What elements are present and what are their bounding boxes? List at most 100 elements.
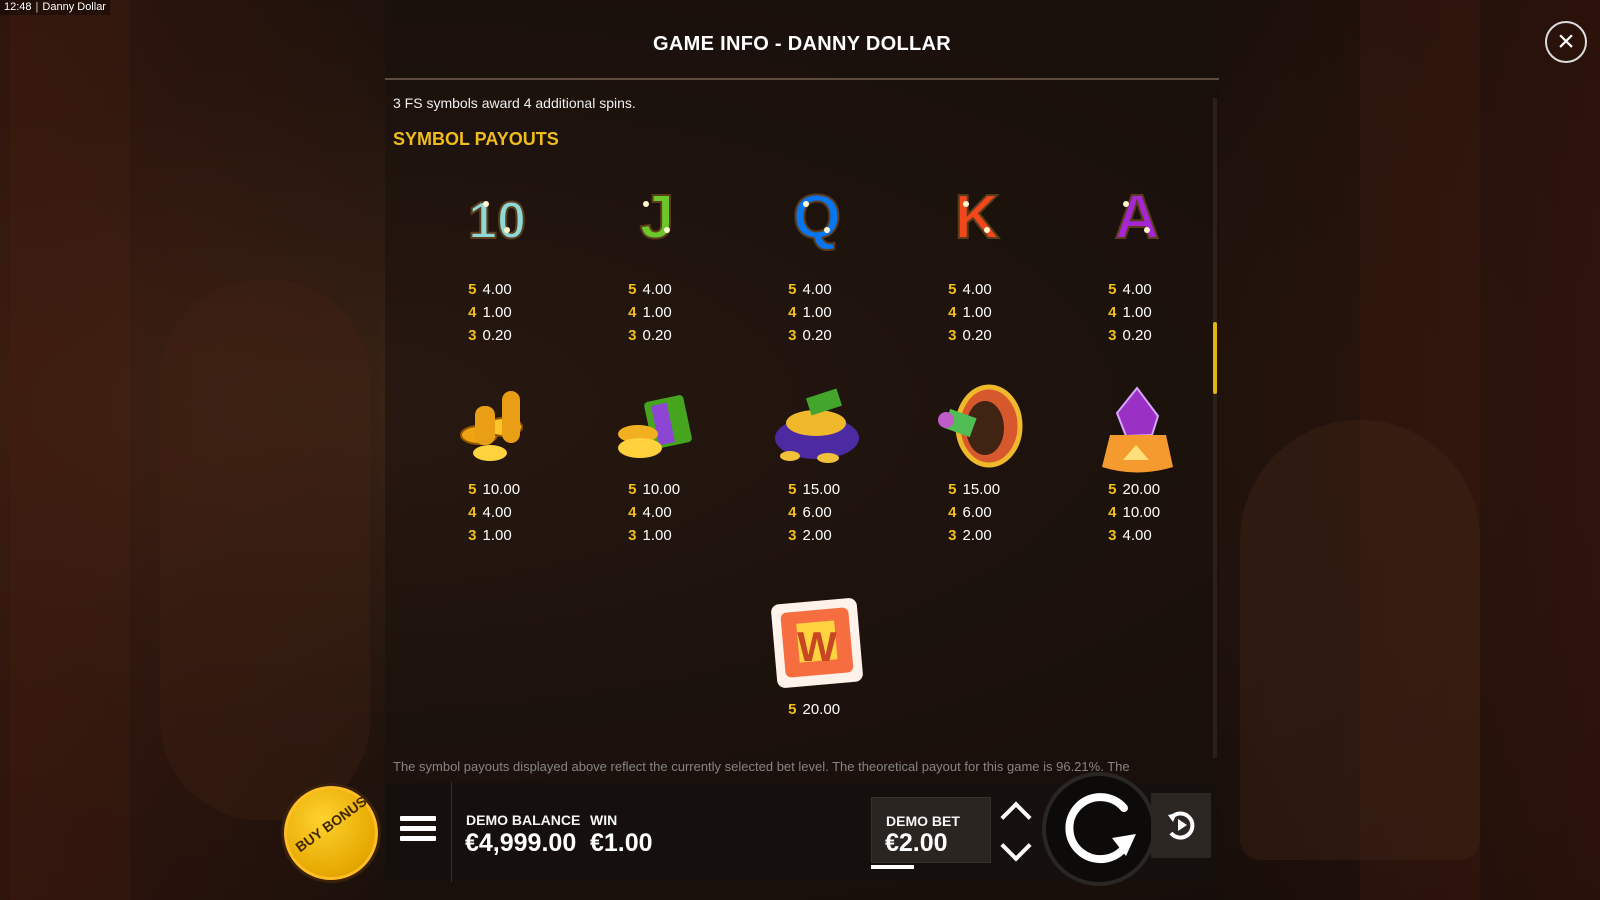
payout-count: 3 bbox=[468, 327, 477, 344]
payout-value: 10.00 bbox=[642, 481, 681, 498]
win-value: €1.00 bbox=[590, 829, 653, 857]
close-button[interactable]: × bbox=[1545, 21, 1587, 63]
payout-row: 5 4.00 bbox=[432, 278, 562, 301]
payout-row: 3 0.20 bbox=[752, 324, 882, 347]
autoplay-button[interactable] bbox=[1151, 793, 1211, 858]
payout-row: 4 4.00 bbox=[432, 501, 562, 524]
payout-count: 5 bbox=[948, 281, 957, 298]
payout-value: 1.00 bbox=[1122, 304, 1152, 321]
payout-count: 4 bbox=[1108, 304, 1117, 321]
card-jack-icon: J bbox=[639, 182, 675, 253]
bet-display[interactable]: DEMO BET €2.00 bbox=[871, 797, 991, 863]
payout-count: 3 bbox=[1108, 527, 1117, 544]
payout-row: 4 10.00 bbox=[1072, 501, 1202, 524]
payout-row: 3 4.00 bbox=[1072, 524, 1202, 547]
payout-count: 5 bbox=[468, 281, 477, 298]
payout-row: 3 0.20 bbox=[432, 324, 562, 347]
scrollbar-thumb[interactable] bbox=[1213, 322, 1217, 394]
payout-row: 4 4.00 bbox=[592, 501, 722, 524]
increase-bet-icon[interactable] bbox=[1000, 801, 1032, 833]
app-title: Danny Dollar bbox=[42, 1, 106, 13]
payout-row: 3 0.20 bbox=[1072, 324, 1202, 347]
payout-count: 3 bbox=[1108, 327, 1117, 344]
card-queen-icon: Q bbox=[792, 182, 842, 253]
payout-value: 0.20 bbox=[1122, 327, 1152, 344]
info-scrollbar[interactable] bbox=[1213, 98, 1217, 758]
payout-count: 5 bbox=[788, 481, 797, 498]
payout-row: 4 1.00 bbox=[592, 301, 722, 324]
payout-value: 20.00 bbox=[1122, 481, 1161, 498]
cash-stack-icon-container bbox=[592, 380, 722, 480]
payout-value: 1.00 bbox=[802, 304, 832, 321]
payout-value: 10.00 bbox=[1122, 504, 1161, 521]
spin-button[interactable] bbox=[1042, 772, 1156, 886]
hat-coins-icon-container bbox=[752, 380, 882, 480]
card-ace-icon-container: A bbox=[1072, 180, 1202, 280]
title-divider bbox=[385, 78, 1219, 80]
payout-row: 5 20.00 bbox=[1072, 478, 1202, 501]
payout-row: 5 10.00 bbox=[592, 478, 722, 501]
svg-text:10: 10 bbox=[468, 192, 526, 250]
wild-badge-icon-container: W bbox=[752, 595, 882, 695]
payout-count: 5 bbox=[628, 481, 637, 498]
free-spins-rule: 3 FS symbols award 4 additional spins. bbox=[393, 95, 636, 111]
decrease-bet-icon[interactable] bbox=[1000, 830, 1032, 862]
menu-button[interactable] bbox=[400, 816, 436, 846]
bet-adjust-buttons[interactable] bbox=[1000, 797, 1034, 867]
payout-row: 4 6.00 bbox=[912, 501, 1042, 524]
control-divider bbox=[451, 782, 452, 882]
payout-row: 3 2.00 bbox=[752, 524, 882, 547]
payout-value: 4.00 bbox=[802, 281, 832, 298]
card-ten-icon: 10 bbox=[467, 191, 527, 251]
payout-row: 3 0.20 bbox=[592, 324, 722, 347]
payout-count: 5 bbox=[1108, 481, 1117, 498]
close-icon: × bbox=[1557, 25, 1575, 58]
demo-balance-label: DEMO BALANCE bbox=[466, 812, 581, 828]
menu-icon-line bbox=[400, 826, 436, 831]
info-content[interactable]: 3 FS symbols award 4 additional spins. S… bbox=[385, 90, 1205, 780]
wild-badge-icon: W bbox=[771, 598, 863, 688]
payout-count: 4 bbox=[948, 504, 957, 521]
background-mascot-left bbox=[160, 280, 370, 820]
payout-count: 5 bbox=[788, 281, 797, 298]
payout-count: 5 bbox=[468, 481, 477, 498]
payout-count: 3 bbox=[628, 327, 637, 344]
payout-row: 5 4.00 bbox=[1072, 278, 1202, 301]
payout-count: 3 bbox=[468, 527, 477, 544]
payout-count: 3 bbox=[788, 327, 797, 344]
autoplay-icon bbox=[1168, 811, 1195, 840]
payout-value: 2.00 bbox=[802, 527, 832, 544]
payout-value: 15.00 bbox=[802, 481, 841, 498]
payout-count: 5 bbox=[788, 701, 797, 718]
payout-row: 5 15.00 bbox=[912, 478, 1042, 501]
svg-text:K: K bbox=[955, 183, 1000, 252]
cash-stack-icon bbox=[618, 395, 692, 458]
payout-value: 4.00 bbox=[482, 504, 512, 521]
payout-count: 3 bbox=[948, 527, 957, 544]
payout-row: 4 1.00 bbox=[912, 301, 1042, 324]
payout-value: 1.00 bbox=[642, 527, 672, 544]
payout-value: 0.20 bbox=[962, 327, 992, 344]
spin-icon bbox=[1065, 793, 1136, 864]
payout-count: 4 bbox=[628, 504, 637, 521]
status-bar: 12:48 | Danny Dollar bbox=[0, 0, 110, 15]
card-queen-icon-container: Q bbox=[752, 180, 882, 280]
demo-bet-label: DEMO BET bbox=[886, 813, 960, 829]
payout-value: 1.00 bbox=[482, 527, 512, 544]
payout-row: 5 15.00 bbox=[752, 478, 882, 501]
payout-value: 4.00 bbox=[642, 281, 672, 298]
svg-text:Q: Q bbox=[793, 183, 841, 252]
payout-value: 10.00 bbox=[482, 481, 521, 498]
payout-value: 6.00 bbox=[962, 504, 992, 521]
payout-value: 2.00 bbox=[962, 527, 992, 544]
coin-stacks-icon bbox=[460, 391, 523, 461]
drum-icon-container bbox=[912, 380, 1042, 480]
payout-count: 4 bbox=[628, 304, 637, 321]
payout-row: 5 4.00 bbox=[592, 278, 722, 301]
buy-bonus-label: BUY BONUS bbox=[292, 792, 370, 856]
buy-bonus-button[interactable]: BUY BONUS bbox=[284, 786, 378, 880]
svg-text:J: J bbox=[640, 183, 674, 252]
payout-value: 4.00 bbox=[1122, 527, 1152, 544]
purple-gem-icon bbox=[1102, 386, 1173, 473]
payout-value: 4.00 bbox=[482, 281, 512, 298]
